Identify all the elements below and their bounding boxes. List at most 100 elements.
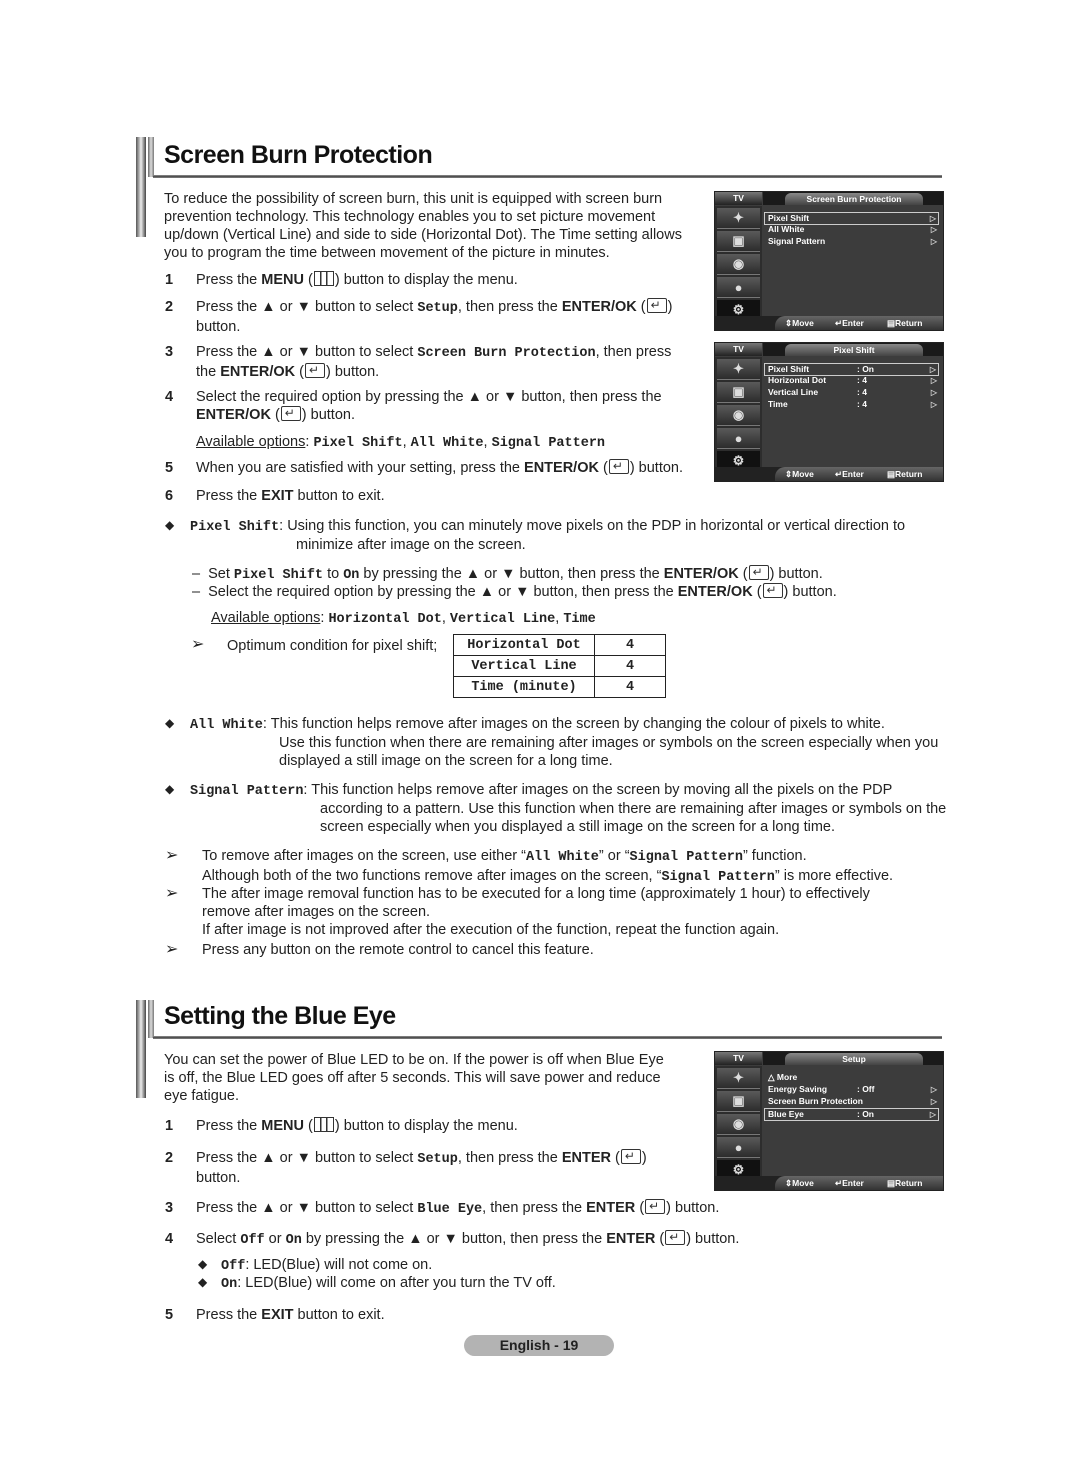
intro-line: is off, the Blue LED goes off after 5 se… bbox=[164, 1070, 661, 1086]
osd-menu-item[interactable]: Vertical Line: 4 ▷ bbox=[765, 387, 939, 398]
step-text: by pressing the ▲ or ▼ button, then pres… bbox=[301, 1231, 607, 1247]
enter-icon bbox=[665, 1228, 686, 1246]
osd-menu-item[interactable]: Horizontal Dot: 4 ▷ bbox=[765, 375, 939, 386]
section-rule bbox=[153, 175, 942, 178]
step-text: ) button. bbox=[666, 1200, 720, 1216]
table-row: Time (minute) 4 bbox=[453, 676, 666, 698]
note-text: ” function. bbox=[742, 848, 807, 864]
osd-setup: TV Setup ✦ ▣ ◉ ● ⚙ △ More Energy Saving:… bbox=[714, 1051, 944, 1191]
arrow-right-icon: ▷ bbox=[930, 237, 937, 246]
enter-label: Enter bbox=[842, 318, 864, 328]
sub-text: to bbox=[323, 566, 344, 582]
table-cell-name: Vertical Line bbox=[453, 655, 595, 677]
move-hint: ⇕ Move bbox=[785, 469, 814, 479]
step-text: ) bbox=[667, 299, 673, 315]
note-arrow-icon: ➢ bbox=[191, 636, 205, 653]
picture-icon: ✦ bbox=[717, 359, 760, 380]
step-number: 3 bbox=[165, 344, 174, 360]
desc-line: according to a pattern. Use this functio… bbox=[320, 801, 947, 817]
more-label: More bbox=[776, 1072, 798, 1082]
bullet-diamond-icon: ◆ bbox=[165, 716, 175, 730]
note-text: remove after images on the screen. bbox=[202, 904, 431, 920]
arrow-right-icon: ▷ bbox=[930, 225, 937, 234]
osd-item-label: Horizontal Dot bbox=[768, 375, 827, 385]
table-row: Horizontal Dot 4 bbox=[453, 634, 666, 656]
step-text: Press the bbox=[196, 1307, 262, 1323]
arrow-right-icon: ▷ bbox=[929, 1110, 936, 1119]
term-on: On bbox=[285, 1233, 302, 1248]
osd-menu-item[interactable]: All White ▷ bbox=[765, 224, 939, 235]
option-desc: : LED(Blue) will come on after you turn … bbox=[237, 1275, 556, 1291]
available-options-label: Available options bbox=[211, 610, 321, 626]
osd-tv-tab: TV bbox=[715, 192, 762, 205]
move-label: Move bbox=[792, 1178, 814, 1188]
osd-item-label: Signal Pattern bbox=[768, 236, 826, 246]
osd-menu-item[interactable]: Signal Pattern ▷ bbox=[765, 236, 939, 247]
option-off: Off: LED(Blue) will not come on. bbox=[221, 1256, 432, 1276]
osd-item-value: : On bbox=[857, 1109, 874, 1119]
return-hint: ▤ Return bbox=[887, 469, 923, 479]
step-text: Press the ▲ or ▼ button to select bbox=[196, 299, 418, 315]
enter-hint: ↵ Enter bbox=[835, 1178, 864, 1188]
input-icon: ● bbox=[717, 1137, 760, 1158]
bullet-diamond-icon: ◆ bbox=[198, 1275, 208, 1289]
sound-icon: ▣ bbox=[717, 382, 760, 403]
osd-menu-item[interactable]: Time: 4 ▷ bbox=[765, 399, 939, 410]
osd-menu-item[interactable]: Screen Burn Protection ▷ bbox=[765, 1096, 939, 1107]
note-2: The after image removal function has to … bbox=[202, 885, 870, 939]
arrow-right-icon: ▷ bbox=[930, 1097, 937, 1106]
intro-line: eye fatigue. bbox=[164, 1088, 239, 1104]
exit-key-label: EXIT bbox=[261, 488, 294, 504]
term-pixel-shift: Pixel Shift bbox=[190, 520, 280, 535]
bullet-diamond-icon: ◆ bbox=[198, 1257, 208, 1271]
term-signal-pattern: Signal Pattern bbox=[190, 784, 304, 799]
step-text: , then press the bbox=[482, 1200, 587, 1216]
return-hint: ▤ Return bbox=[887, 318, 923, 328]
osd-sidebar: ✦ ▣ ◉ ● ⚙ bbox=[715, 206, 762, 330]
osd-item-label: Screen Burn Protection bbox=[768, 1096, 863, 1106]
step-number: 2 bbox=[165, 1150, 174, 1166]
step-text: Select the required option by pressing t… bbox=[196, 389, 662, 405]
more-hint: △ More bbox=[768, 1072, 797, 1083]
note-arrow-icon: ➢ bbox=[165, 885, 179, 902]
arrow-right-icon: ▷ bbox=[929, 365, 936, 374]
intro-line: prevention technology. This technology e… bbox=[164, 209, 656, 225]
osd-menu-item[interactable]: Energy Saving: Off ▷ bbox=[765, 1084, 939, 1095]
option-name: Pixel Shift bbox=[313, 436, 403, 451]
option-on: On: LED(Blue) will come on after you tur… bbox=[221, 1274, 556, 1294]
term-all-white: All White bbox=[526, 850, 599, 865]
return-label: Return bbox=[895, 469, 923, 479]
osd-more-item[interactable]: △ More bbox=[765, 1072, 939, 1083]
option-name: Vertical Line bbox=[449, 612, 556, 627]
enter-key-label: ENTER/OK bbox=[524, 460, 599, 476]
desc-line: displayed a still image on the screen fo… bbox=[279, 753, 613, 769]
channel-icon: ◉ bbox=[717, 1114, 760, 1135]
note-text: ” or “ bbox=[598, 848, 630, 864]
desc-line: This function helps remove after images … bbox=[311, 782, 893, 798]
pixel-shift-sub2: – Select the required option by pressing… bbox=[192, 581, 837, 601]
move-label: Move bbox=[792, 469, 814, 479]
menu-icon bbox=[313, 1117, 334, 1132]
osd-title: Setup bbox=[785, 1053, 923, 1065]
table-cell-name: Time (minute) bbox=[453, 676, 595, 698]
section-title-blue-eye: Setting the Blue Eye bbox=[164, 1002, 396, 1030]
note-text: To remove after images on the screen, us… bbox=[202, 848, 526, 864]
desc-line: This function helps remove after images … bbox=[270, 716, 885, 732]
osd-menu-item[interactable]: Blue Eye: On ▷ bbox=[764, 1108, 939, 1121]
step-text: ( bbox=[303, 272, 313, 288]
osd-titlebar: Setup bbox=[763, 1052, 943, 1065]
note-1: To remove after images on the screen, us… bbox=[202, 847, 893, 887]
step-text: ( bbox=[270, 407, 280, 423]
step-text: ( bbox=[611, 1150, 620, 1166]
note-arrow-icon: ➢ bbox=[165, 847, 179, 864]
note-arrow-icon: ➢ bbox=[165, 941, 179, 958]
return-hint: ▤ Return bbox=[887, 1178, 923, 1188]
step-text: button to exit. bbox=[293, 1307, 385, 1323]
osd-sidebar: ✦ ▣ ◉ ● ⚙ bbox=[715, 357, 762, 481]
note-text: ” is more effective. bbox=[774, 868, 894, 884]
step-text: When you are satisfied with your setting… bbox=[196, 460, 525, 476]
step-text: ) bbox=[641, 1150, 647, 1166]
section-bar-decoration bbox=[136, 137, 146, 237]
sub-text: ) button. bbox=[769, 566, 823, 582]
enter-key-label: ENTER/OK bbox=[677, 584, 753, 600]
